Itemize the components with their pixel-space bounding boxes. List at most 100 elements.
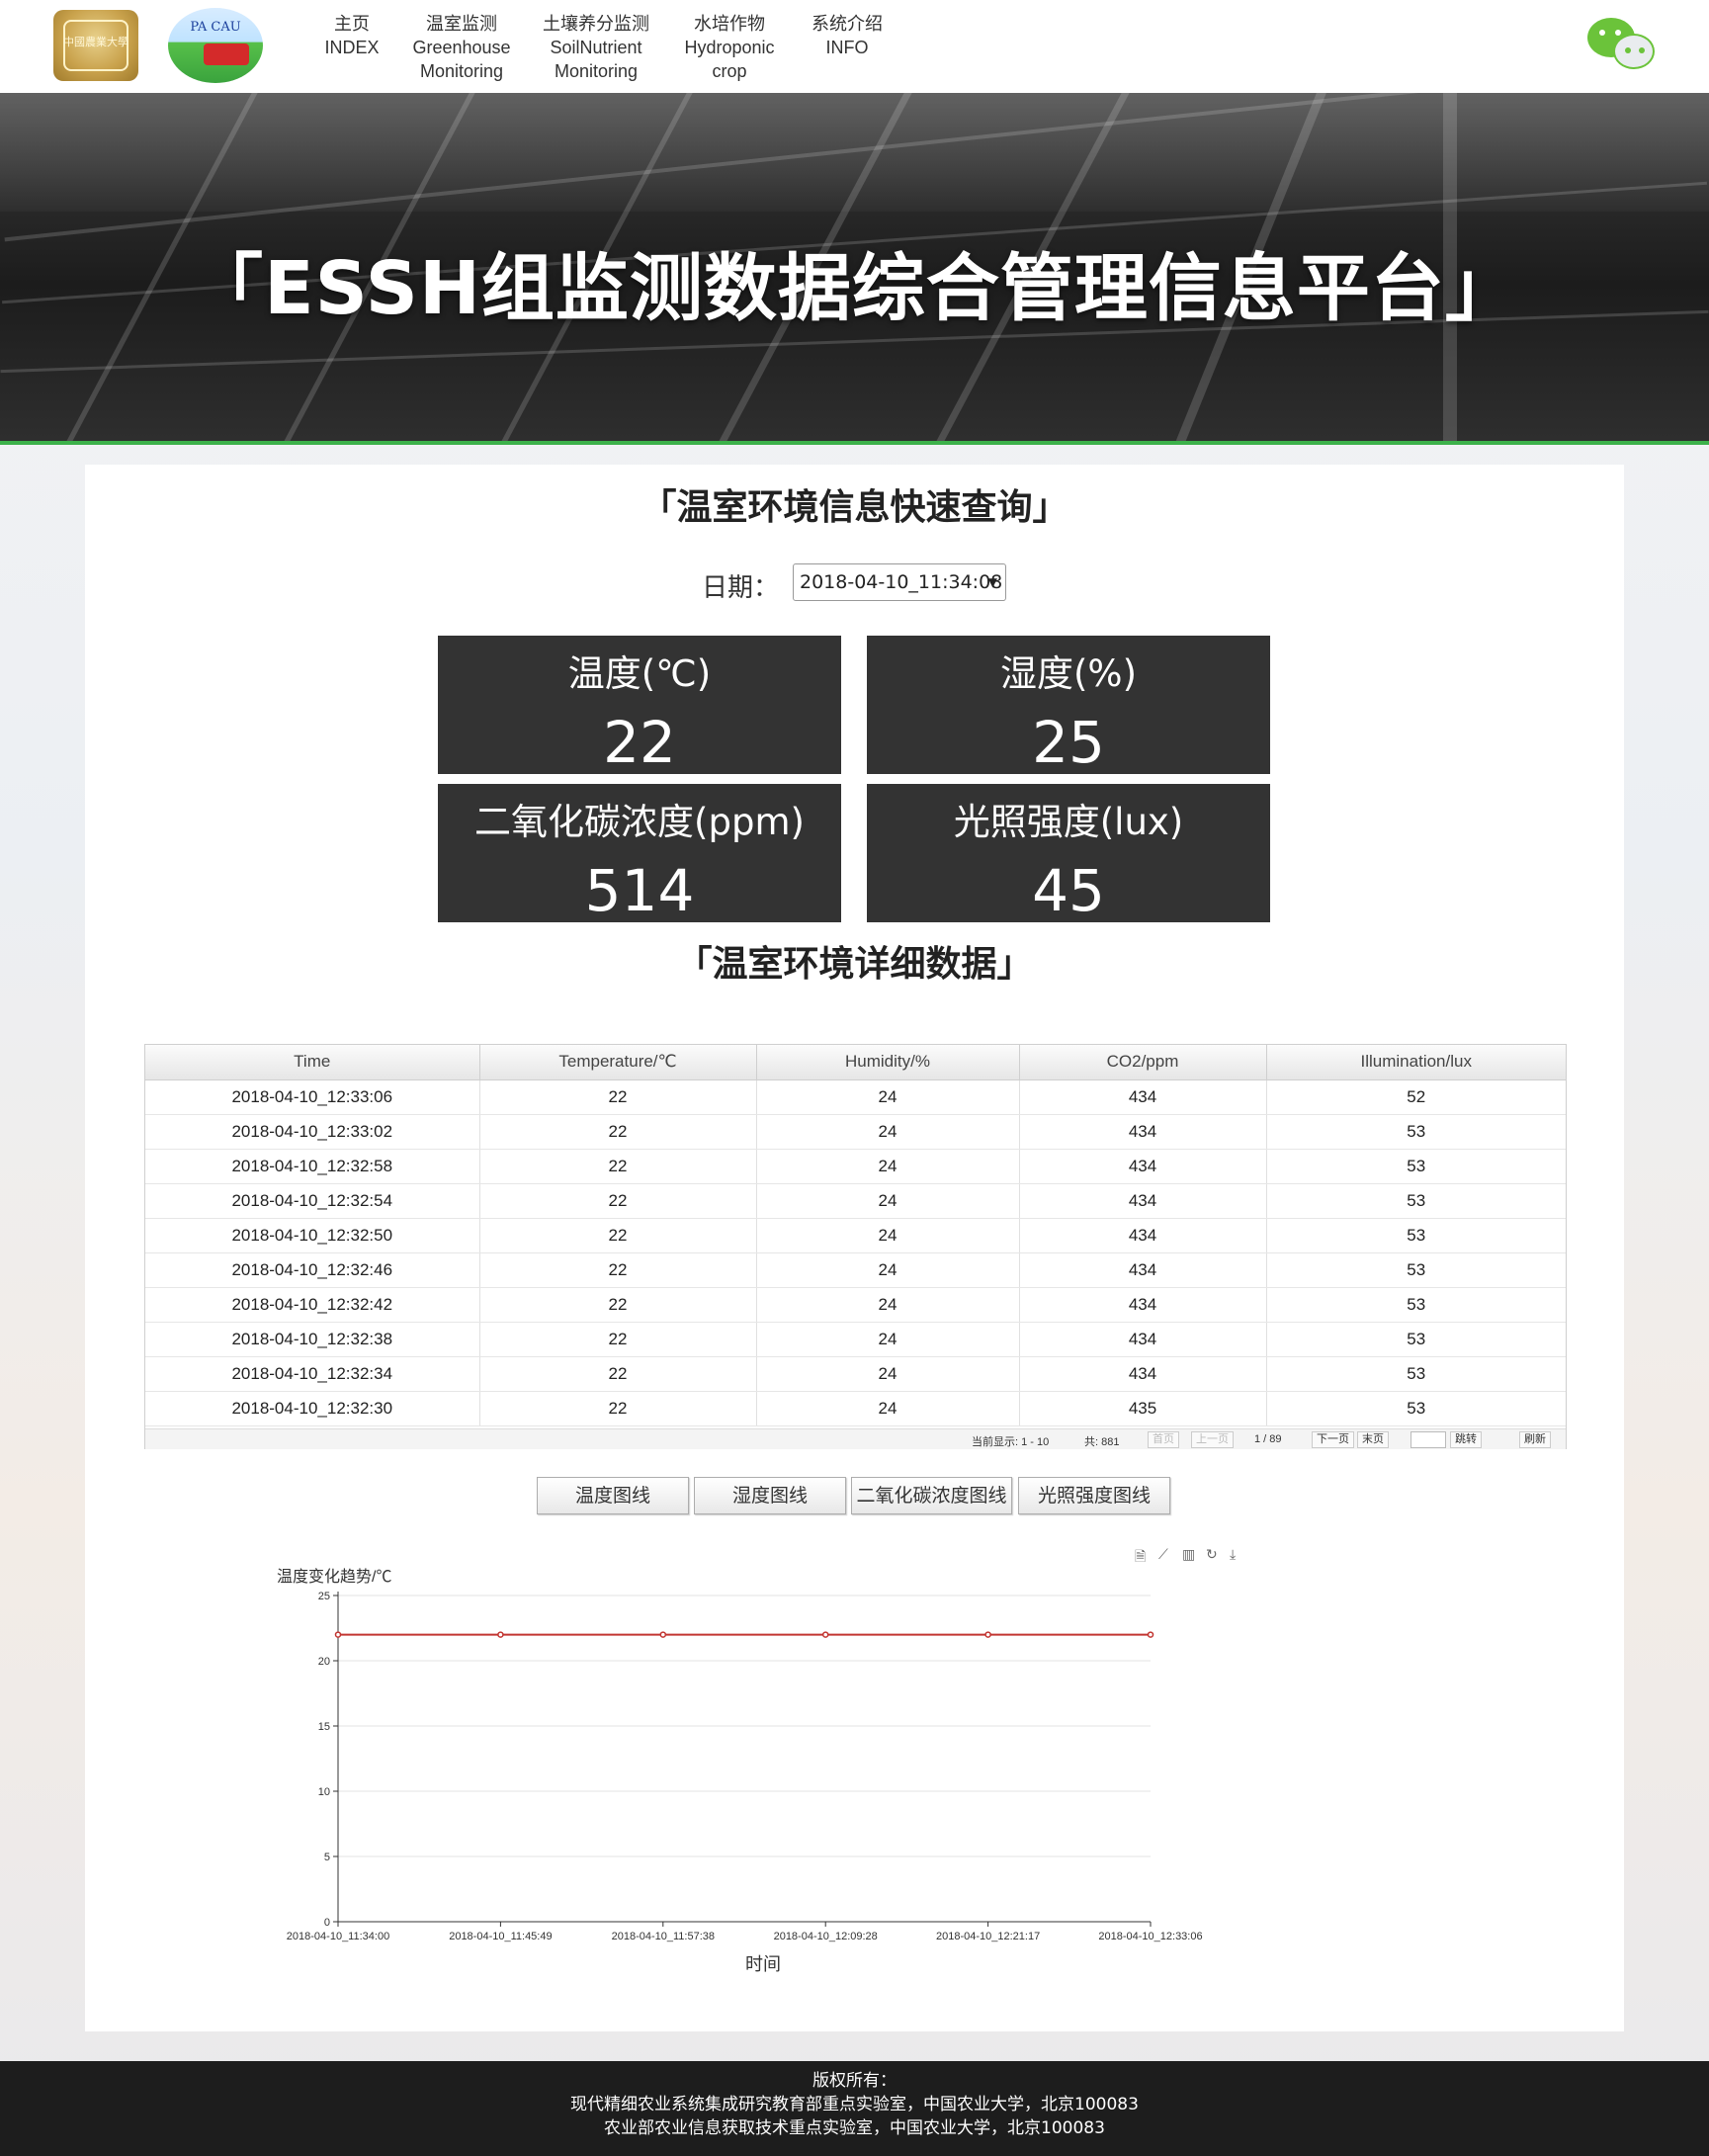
footer-copyright-label: 版权所有： (812, 2071, 897, 2091)
university-logo[interactable]: 中國農業大學 (53, 10, 138, 81)
data-point (334, 1631, 342, 1638)
tile-label: 温度(℃) (567, 652, 712, 695)
table-cell: 53 (1266, 1356, 1566, 1392)
column-header-humidity[interactable]: Humidity/% (756, 1045, 1020, 1080)
pager-refresh-button[interactable]: 刷新 (1519, 1431, 1551, 1448)
table-cell: 434 (1019, 1183, 1267, 1219)
main-panel: 「温室环境信息快速查询」 日期： 2018-04-10_11:34:08 ▼ 温… (85, 465, 1624, 2031)
table-cell: 2018-04-10_12:33:06 (145, 1079, 480, 1115)
pagination-bar: 当前显示: 1 - 10 共: 881 首页 上一页 1 / 89 下一页 末页… (145, 1428, 1566, 1449)
nav-item-index[interactable]: 主页 INDEX (322, 12, 382, 59)
nav-item-info[interactable]: 系统介绍 INFO (805, 12, 890, 59)
pager-next-button[interactable]: 下一页 (1312, 1431, 1354, 1448)
y-tick-label: 5 (324, 1852, 330, 1863)
nav-item-en: Greenhouse (412, 38, 511, 57)
table-cell: 435 (1019, 1391, 1267, 1426)
data-point (821, 1631, 829, 1638)
table-row[interactable]: 2018-04-10_12:32:42 22 24 434 53 (145, 1287, 1566, 1323)
table-cell: 434 (1019, 1218, 1267, 1253)
wechat-icon[interactable] (1585, 16, 1657, 73)
nav-item-hydroponic[interactable]: 水培作物 Hydroponic crop (680, 12, 779, 83)
table-cell: 2018-04-10_12:32:30 (145, 1391, 480, 1426)
nav-item-greenhouse[interactable]: 温室监测 Greenhouse Monitoring (407, 12, 516, 83)
column-header-illumination[interactable]: Illumination/lux (1266, 1045, 1566, 1080)
tile-label: 光照强度(lux) (953, 801, 1184, 843)
y-tick-label: 20 (318, 1656, 330, 1668)
x-tick-label: 2018-04-10_11:34:00 (287, 1931, 389, 1942)
table-cell: 24 (756, 1218, 1020, 1253)
table-cell: 24 (756, 1149, 1020, 1184)
nav-item-cn: 土壤养分监测 (543, 14, 649, 34)
table-cell: 22 (479, 1322, 757, 1357)
table-row[interactable]: 2018-04-10_12:32:46 22 24 434 53 (145, 1252, 1566, 1288)
data-point (1147, 1631, 1154, 1638)
pager-prev-button[interactable]: 上一页 (1191, 1431, 1234, 1448)
date-label: 日期： (702, 573, 780, 603)
table-cell: 434 (1019, 1149, 1267, 1184)
table-cell: 22 (479, 1287, 757, 1323)
tractor-icon (204, 43, 249, 65)
nav-item-soil[interactable]: 土壤养分监测 SoilNutrient Monitoring (540, 12, 652, 83)
table-cell: 22 (479, 1252, 757, 1288)
table-cell: 53 (1266, 1114, 1566, 1150)
table-row[interactable]: 2018-04-10_12:32:38 22 24 434 53 (145, 1322, 1566, 1357)
table-cell: 2018-04-10_12:32:54 (145, 1183, 480, 1219)
pa-cau-logo-text: PA CAU (190, 20, 241, 35)
humidity-chart-button[interactable]: 湿度图线 (694, 1477, 846, 1514)
nav-item-en: INDEX (324, 38, 380, 57)
table-row[interactable]: 2018-04-10_12:32:30 22 24 435 53 (145, 1391, 1566, 1426)
table-cell: 2018-04-10_12:32:42 (145, 1287, 480, 1323)
y-axis-label: 温度变化趋势/℃ (277, 1568, 391, 1586)
table-row[interactable]: 2018-04-10_12:32:50 22 24 434 53 (145, 1218, 1566, 1253)
table-cell: 22 (479, 1391, 757, 1426)
pa-cau-logo[interactable]: PA CAU (168, 8, 263, 83)
footer: 版权所有： 现代精细农业系统集成研究教育部重点实验室，中国农业大学，北京1000… (0, 2061, 1709, 2156)
pager-showing: 当前显示: 1 - 10 (972, 1436, 1050, 1448)
table-cell: 52 (1266, 1079, 1566, 1115)
table-cell: 53 (1266, 1391, 1566, 1426)
x-tick-label: 2018-04-10_11:45:49 (449, 1931, 552, 1942)
nav-item-cn: 系统介绍 (812, 14, 883, 34)
table-row[interactable]: 2018-04-10_12:32:54 22 24 434 53 (145, 1183, 1566, 1219)
pager-jump-button[interactable]: 跳转 (1450, 1431, 1482, 1448)
nav-item-en2: Monitoring (419, 61, 504, 81)
footer-lab-2: 农业部农业信息获取技术重点实验室，中国农业大学，北京100083 (604, 2118, 1105, 2138)
date-select[interactable]: 2018-04-10_11:34:08 ▼ (793, 563, 1006, 601)
nav-item-en2: Monitoring (554, 61, 639, 81)
pager-jump-input[interactable] (1410, 1431, 1446, 1448)
table-cell: 434 (1019, 1252, 1267, 1288)
banner-title: 「ESSH组监测数据综合管理信息平台」 (190, 246, 1519, 331)
column-header-co2[interactable]: CO2/ppm (1019, 1045, 1267, 1080)
table-cell: 22 (479, 1218, 757, 1253)
table-cell: 434 (1019, 1079, 1267, 1115)
table-row[interactable]: 2018-04-10_12:33:02 22 24 434 53 (145, 1114, 1566, 1150)
date-row: 日期： 2018-04-10_11:34:08 ▼ (85, 563, 1624, 603)
data-table: Time Temperature/℃ Humidity/% CO2/ppm Il… (145, 1045, 1566, 1426)
x-tick-label: 2018-04-10_12:33:06 (1098, 1931, 1202, 1942)
table-cell: 2018-04-10_12:33:02 (145, 1114, 480, 1150)
table-cell: 53 (1266, 1287, 1566, 1323)
table-row[interactable]: 2018-04-10_12:32:34 22 24 434 53 (145, 1356, 1566, 1392)
y-tick-label: 25 (318, 1591, 330, 1602)
top-navbar: 中國農業大學 PA CAU 主页 INDEX 温室监测 Greenhouse M… (0, 0, 1709, 93)
co2-chart-button[interactable]: 二氧化碳浓度图线 (851, 1477, 1012, 1514)
table-row[interactable]: 2018-04-10_12:33:06 22 24 434 52 (145, 1079, 1566, 1115)
temperature-chart-button[interactable]: 温度图线 (537, 1477, 689, 1514)
tile-value: 25 (1032, 709, 1105, 776)
wechat-bubble-back (1613, 34, 1655, 69)
column-header-temperature[interactable]: Temperature/℃ (479, 1045, 757, 1080)
tile-label: 二氧化碳浓度(ppm) (474, 801, 805, 843)
data-point (497, 1631, 504, 1638)
table-cell: 53 (1266, 1322, 1566, 1357)
table-cell: 24 (756, 1114, 1020, 1150)
illumination-chart-button[interactable]: 光照强度图线 (1018, 1477, 1170, 1514)
pager-last-button[interactable]: 末页 (1357, 1431, 1389, 1448)
table-row[interactable]: 2018-04-10_12:32:58 22 24 434 53 (145, 1149, 1566, 1184)
pager-page: 1 / 89 (1254, 1433, 1282, 1445)
column-header-time[interactable]: Time (145, 1045, 480, 1080)
pager-first-button[interactable]: 首页 (1148, 1431, 1179, 1448)
quick-query-title: 「温室环境信息快速查询」 (641, 487, 1068, 528)
humidity-tile: 湿度(%) 25 (867, 636, 1270, 776)
y-tick-label: 0 (324, 1917, 330, 1929)
tile-value: 45 (1032, 857, 1105, 924)
